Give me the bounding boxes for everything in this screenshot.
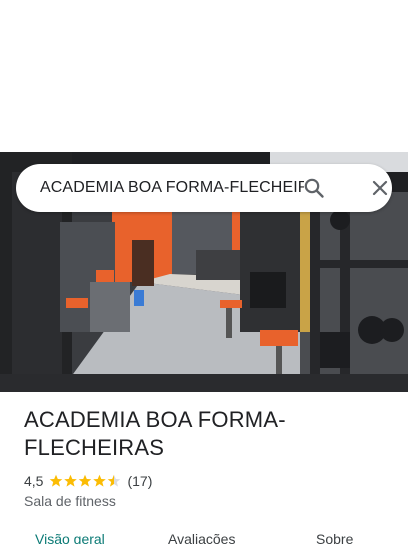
tab-bar: Visão geral Avaliações Sobre <box>0 528 408 544</box>
rating-row[interactable]: 4,5 (17) <box>24 472 152 490</box>
star-icon <box>64 474 78 487</box>
tab-about[interactable]: Sobre <box>316 531 353 544</box>
star-rating <box>49 474 121 488</box>
half-star-icon <box>108 474 121 487</box>
star-icon <box>79 474 92 487</box>
map-area-blank <box>0 0 408 152</box>
review-count[interactable]: (17) <box>127 473 152 489</box>
place-title: ACADEMIA BOA FORMA-FLECHEIRAS <box>24 407 286 460</box>
place-category[interactable]: Sala de fitness <box>24 493 116 509</box>
rating-value: 4,5 <box>24 473 44 489</box>
search-input[interactable]: ACADEMIA BOA FORMA-FLECHEIRAS <box>40 164 304 212</box>
search-bar[interactable]: ACADEMIA BOA FORMA-FLECHEIRAS <box>16 164 392 212</box>
tab-reviews[interactable]: Avaliações <box>168 531 235 544</box>
star-icon <box>93 474 107 487</box>
tab-overview[interactable]: Visão geral <box>35 531 105 544</box>
close-icon[interactable] <box>368 176 392 200</box>
search-icon[interactable] <box>302 176 326 200</box>
star-icon <box>50 474 63 487</box>
